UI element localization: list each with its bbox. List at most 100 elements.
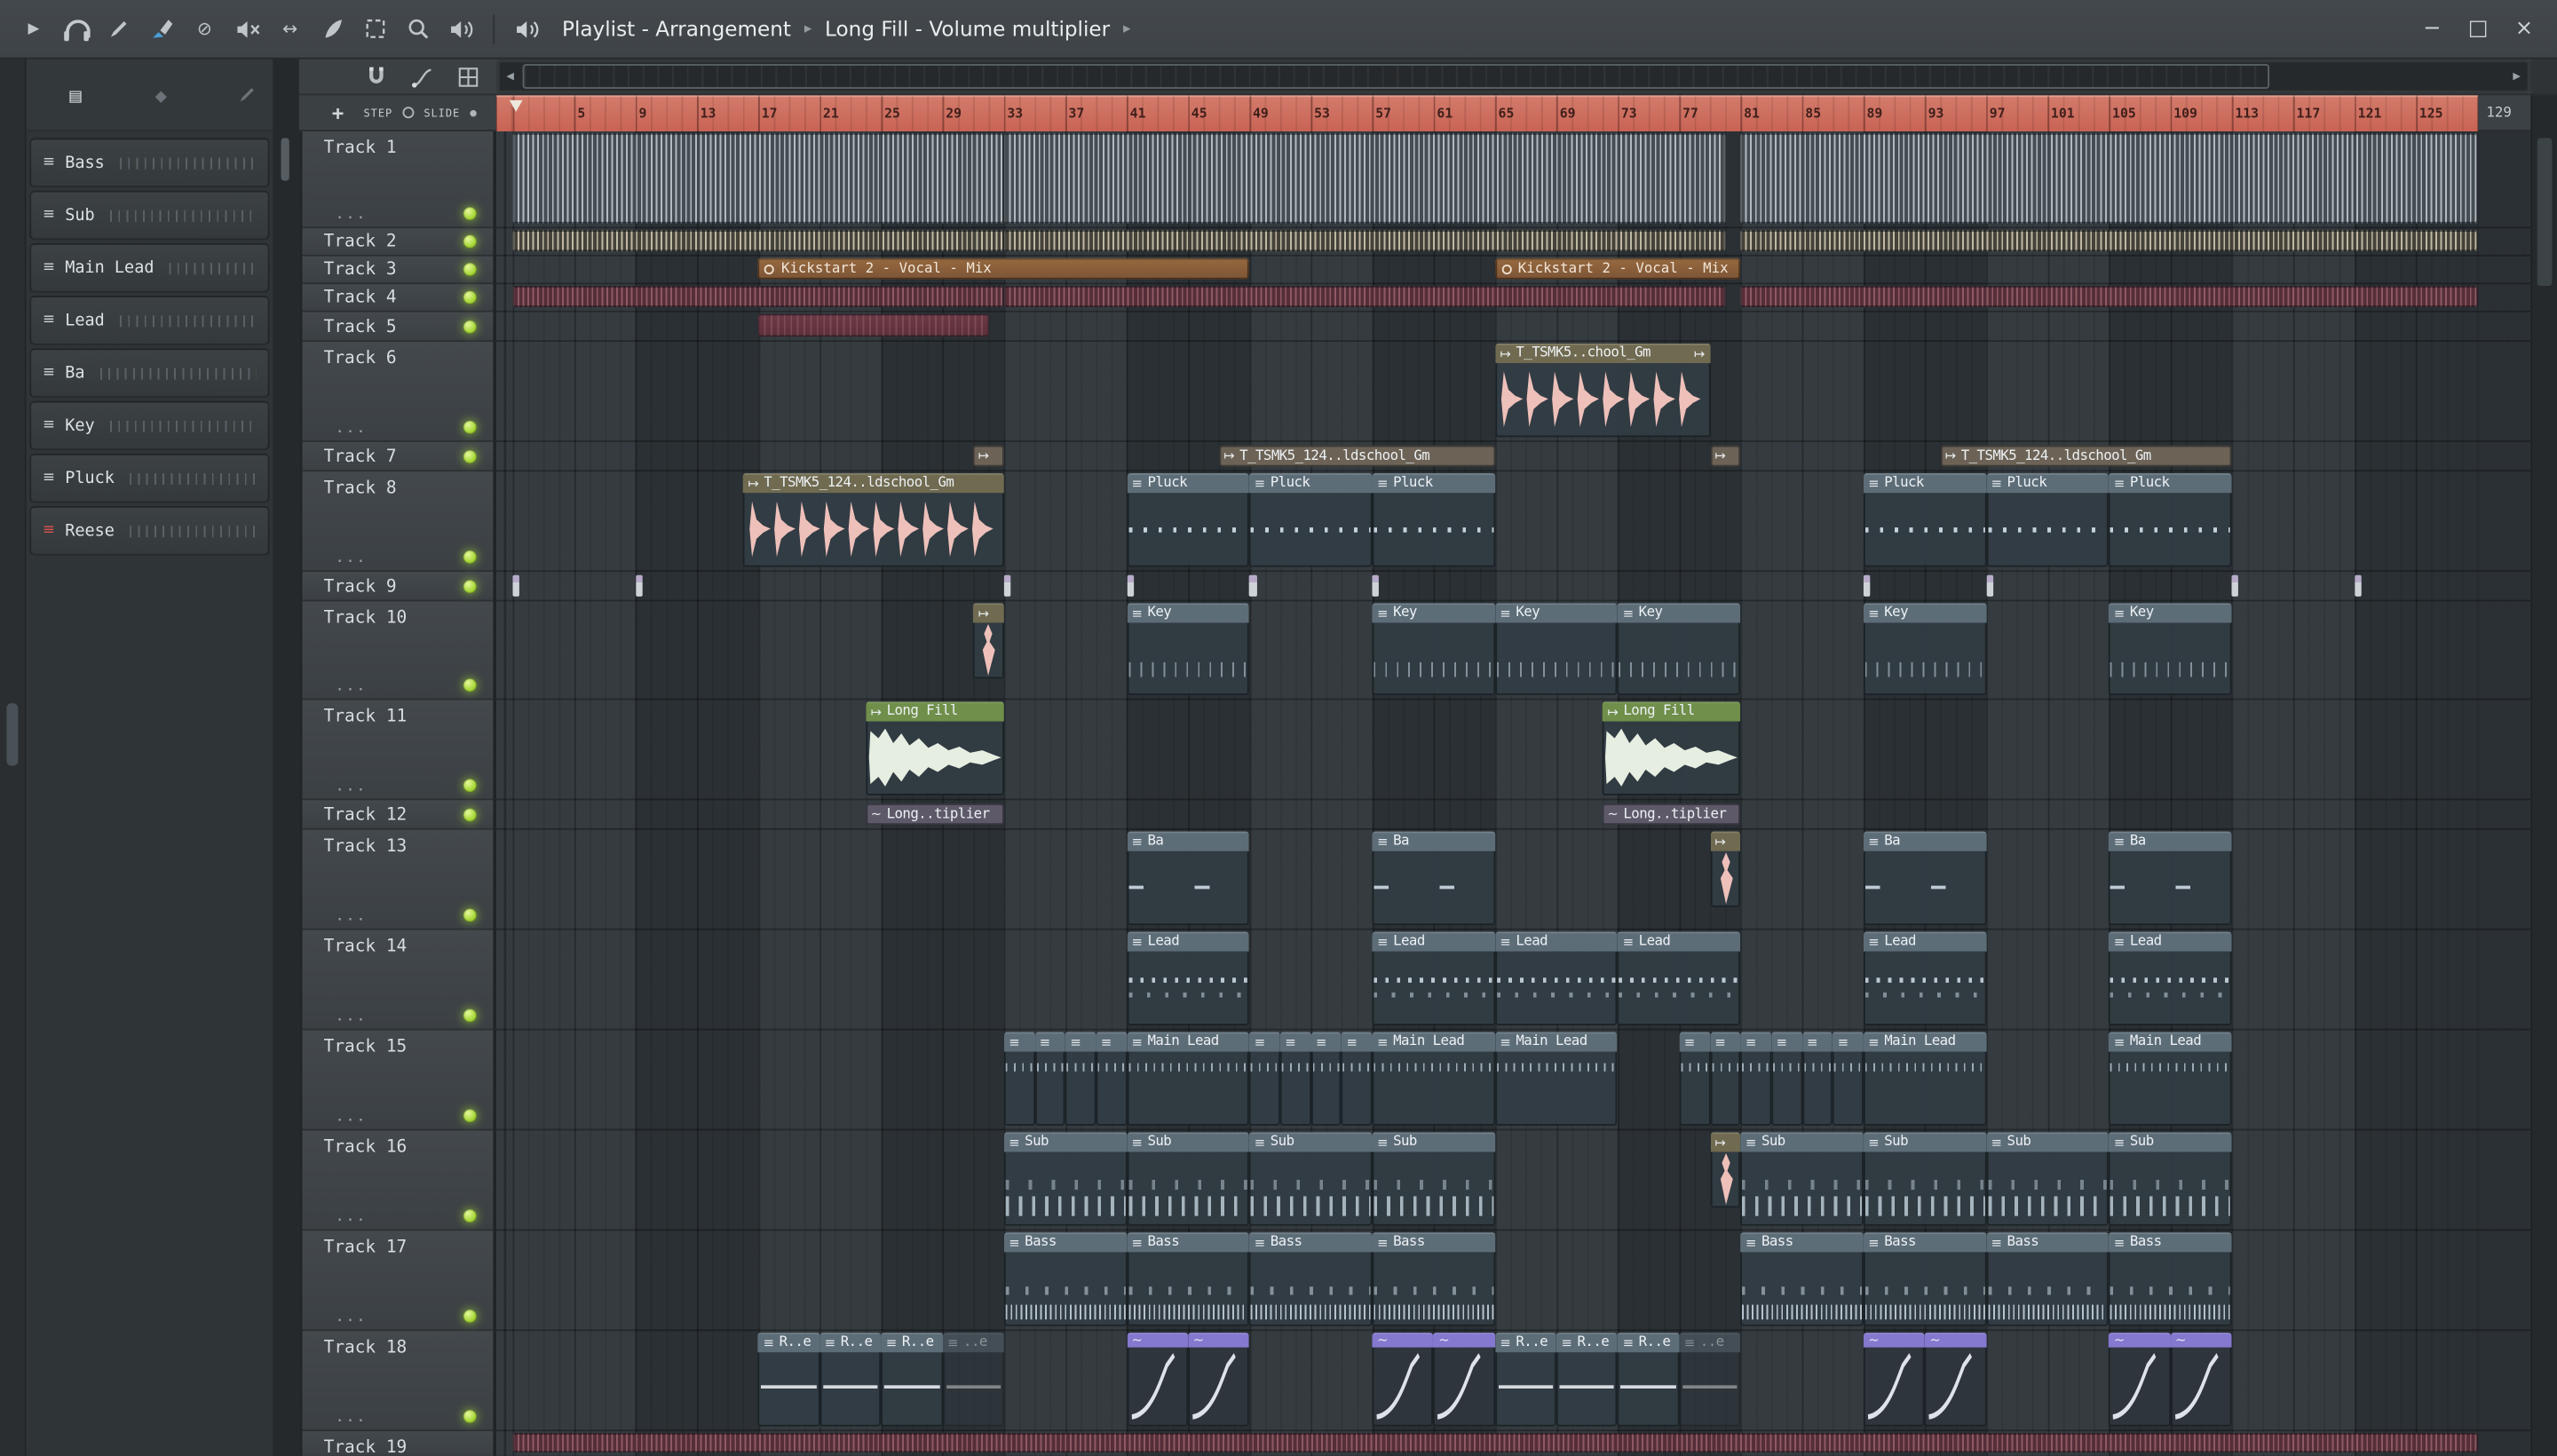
clip-audiohead[interactable]: ↦ [1709, 445, 1741, 467]
playback-tool-icon[interactable] [447, 15, 474, 43]
clip-key[interactable]: ≡ Key [1494, 603, 1619, 695]
clip-pluck[interactable]: ≡ Pluck [1986, 473, 2110, 567]
clip-audio[interactable]: ↦ [973, 603, 1004, 679]
track-header-track-9[interactable]: Track 9 [302, 572, 494, 602]
clip-audio[interactable]: ↦ [1709, 831, 1741, 907]
clip-sub[interactable]: ≡ Sub [1740, 1132, 1864, 1226]
track-header-track-4[interactable]: Track 4 [302, 284, 494, 313]
picker-item-main-lead[interactable]: ≡ Main Lead [29, 242, 270, 293]
clip-autoclip[interactable]: ~ [1126, 1333, 1189, 1427]
clip-pattern[interactable]: ≡ [1003, 1032, 1035, 1126]
track-led[interactable] [463, 579, 477, 593]
clip-main-lead[interactable]: ≡ Main Lead [1126, 1032, 1250, 1126]
track-led[interactable] [463, 234, 477, 249]
picker-item-bass[interactable]: ≡ Bass [29, 138, 270, 188]
clip-pattern[interactable]: ≡ [1771, 1032, 1802, 1126]
picker-item-sub[interactable]: ≡ Sub [29, 190, 270, 241]
clip-tick[interactable] [635, 574, 643, 597]
clip-pattern[interactable]: ≡ [1801, 1032, 1833, 1126]
clip-densered[interactable] [512, 1432, 2478, 1453]
track-header-track-16[interactable]: Track 16... [302, 1130, 494, 1231]
track-lane-track-16[interactable]: ≡ Sub ≡ Sub ≡ Sub ≡ Sub ≡ Sub ≡ Sub ≡ Sub ≡ Sub ↦ [495, 1130, 2531, 1231]
clip-ba[interactable]: ≡ Ba [1126, 831, 1250, 926]
clip-pattern[interactable]: ≡ [1709, 1032, 1741, 1126]
horizontal-scrollbar-thumb[interactable] [522, 64, 2270, 89]
clip-t-tsmk5-124-ldschool-gm[interactable]: ↦ T_TSMK5_124..ldschool_Gm [742, 473, 1004, 567]
clip-main-lead[interactable]: ≡ Main Lead [2109, 1032, 2232, 1126]
clip-sub[interactable]: ≡ Sub [1003, 1132, 1127, 1226]
clip-densered[interactable] [1003, 286, 1726, 308]
clip-t-tsmk5-chool-gm[interactable]: ↦ T_TSMK5..chool_Gm ↦ [1494, 343, 1710, 438]
clip-main-lead[interactable]: ≡ Main Lead [1494, 1032, 1619, 1126]
track-lane-track-19[interactable] [496, 1431, 2530, 1456]
track-lane-track-7[interactable]: ↦ ↦ ↦ T_TSMK5_124..ldschool_Gm ↦ T_TSMK5_124.… [495, 442, 2531, 472]
track-options-dots[interactable]: ... [336, 207, 368, 224]
track-header-track-6[interactable]: Track 6... [302, 341, 494, 442]
track-options-dots[interactable]: ... [336, 678, 368, 695]
clip-pattern[interactable]: ≡ [1679, 1032, 1710, 1126]
track-led[interactable] [463, 1109, 477, 1123]
clip-pluck[interactable]: ≡ Pluck [1863, 473, 1987, 567]
track-header-track-1[interactable]: Track 1... [302, 131, 494, 229]
maximize-button[interactable]: □ [2465, 17, 2491, 42]
draw-tool-icon[interactable] [234, 82, 260, 108]
track-header-track-11[interactable]: Track 11... [302, 700, 494, 801]
track-led[interactable] [463, 807, 477, 821]
track-options-dots[interactable]: ... [336, 1410, 368, 1427]
clip-ba[interactable]: ≡ Ba [2109, 831, 2232, 926]
track-led[interactable] [463, 449, 477, 463]
track-lane-track-14[interactable]: ≡ Lead ≡ Lead ≡ Lead ≡ Lead ≡ Lead ≡ Lead [495, 930, 2531, 1031]
timeline-bar-numbers[interactable]: 5 9 13 17 21 25 29 33 37 41 45 49 53 57 61 65 69 73 77 81 85… [495, 95, 2479, 132]
clip-densewave[interactable] [1740, 132, 2478, 224]
clip-sub[interactable]: ≡ Sub [1863, 1132, 1987, 1226]
track-led[interactable] [463, 678, 477, 692]
track-header-track-19[interactable]: Track 19 [302, 1431, 494, 1456]
clip-key[interactable]: ≡ Key [1372, 603, 1495, 695]
close-button[interactable]: × [2511, 17, 2537, 42]
clip-long-fill[interactable]: ↦ Long Fill [1602, 701, 1741, 795]
clip-tick[interactable] [2354, 574, 2362, 597]
clip-tick[interactable] [1986, 574, 1993, 597]
track-lane-track-5[interactable] [495, 313, 2531, 342]
clip-tick[interactable] [1249, 574, 1257, 597]
picker-scrollbar-thumb[interactable] [281, 138, 289, 181]
track-header-track-10[interactable]: Track 10... [302, 601, 494, 700]
clip-tick[interactable] [1372, 574, 1380, 597]
vertical-scrollbar[interactable] [2530, 95, 2557, 1456]
picker-item-lead[interactable]: ≡ Lead [29, 296, 270, 345]
clip-e[interactable]: ≡ ..e [942, 1333, 1004, 1427]
clip-bass[interactable]: ≡ Bass [2109, 1232, 2232, 1326]
clip-long-tiplier[interactable]: ~ Long..tiplier [866, 803, 1004, 826]
picker-item-reese[interactable]: ≡ Reese [29, 506, 270, 556]
playlist-grid[interactable]: Kickstart 2 - Vocal - Mix Kickstart 2 - V… [495, 131, 2531, 1456]
clip-pattern[interactable]: ≡ [1249, 1032, 1280, 1126]
track-lane-track-2[interactable] [495, 228, 2531, 257]
clip-tick[interactable] [2231, 574, 2239, 597]
clip-bass[interactable]: ≡ Bass [1986, 1232, 2110, 1326]
clip-e[interactable]: ≡ ..e [1679, 1333, 1741, 1427]
track-options-dots[interactable]: ... [336, 1109, 368, 1126]
track-led[interactable] [463, 1310, 477, 1323]
clip-lead[interactable]: ≡ Lead [2109, 931, 2232, 1025]
clip-lead[interactable]: ≡ Lead [1494, 931, 1619, 1025]
clip-ba[interactable]: ≡ Ba [1863, 831, 1987, 926]
clip-kickstart-2-vocal-mix[interactable]: Kickstart 2 - Vocal - Mix [758, 257, 1250, 280]
track-header-track-18[interactable]: Track 18... [302, 1331, 494, 1432]
clip-pattern[interactable]: ≡ [1096, 1032, 1127, 1126]
select-tool-icon[interactable] [361, 15, 389, 43]
track-led[interactable] [463, 207, 477, 221]
clip-pattern[interactable]: ≡ [1740, 1032, 1771, 1126]
clip-source-view-icon[interactable]: ▤ [62, 82, 89, 108]
track-options-dots[interactable]: ... [336, 779, 368, 795]
track-options-dots[interactable]: ... [336, 1310, 368, 1326]
clip-pattern[interactable]: ≡ [1034, 1032, 1065, 1126]
stretch-tool-icon[interactable]: ↔ [276, 15, 304, 43]
track-lane-track-4[interactable] [495, 284, 2531, 313]
track-header-track-5[interactable]: Track 5 [302, 312, 494, 342]
clip-autoclip[interactable]: ~ [2170, 1333, 2232, 1427]
track-lane-track-12[interactable]: ~ Long..tiplier ~ Long..tiplier [495, 800, 2531, 830]
clip-key[interactable]: ≡ Key [1618, 603, 1741, 695]
clip-bass[interactable]: ≡ Bass [1863, 1232, 1987, 1326]
clip-autoclip[interactable]: ~ [1188, 1333, 1250, 1427]
scroll-left-button[interactable]: ◀ [500, 62, 521, 90]
